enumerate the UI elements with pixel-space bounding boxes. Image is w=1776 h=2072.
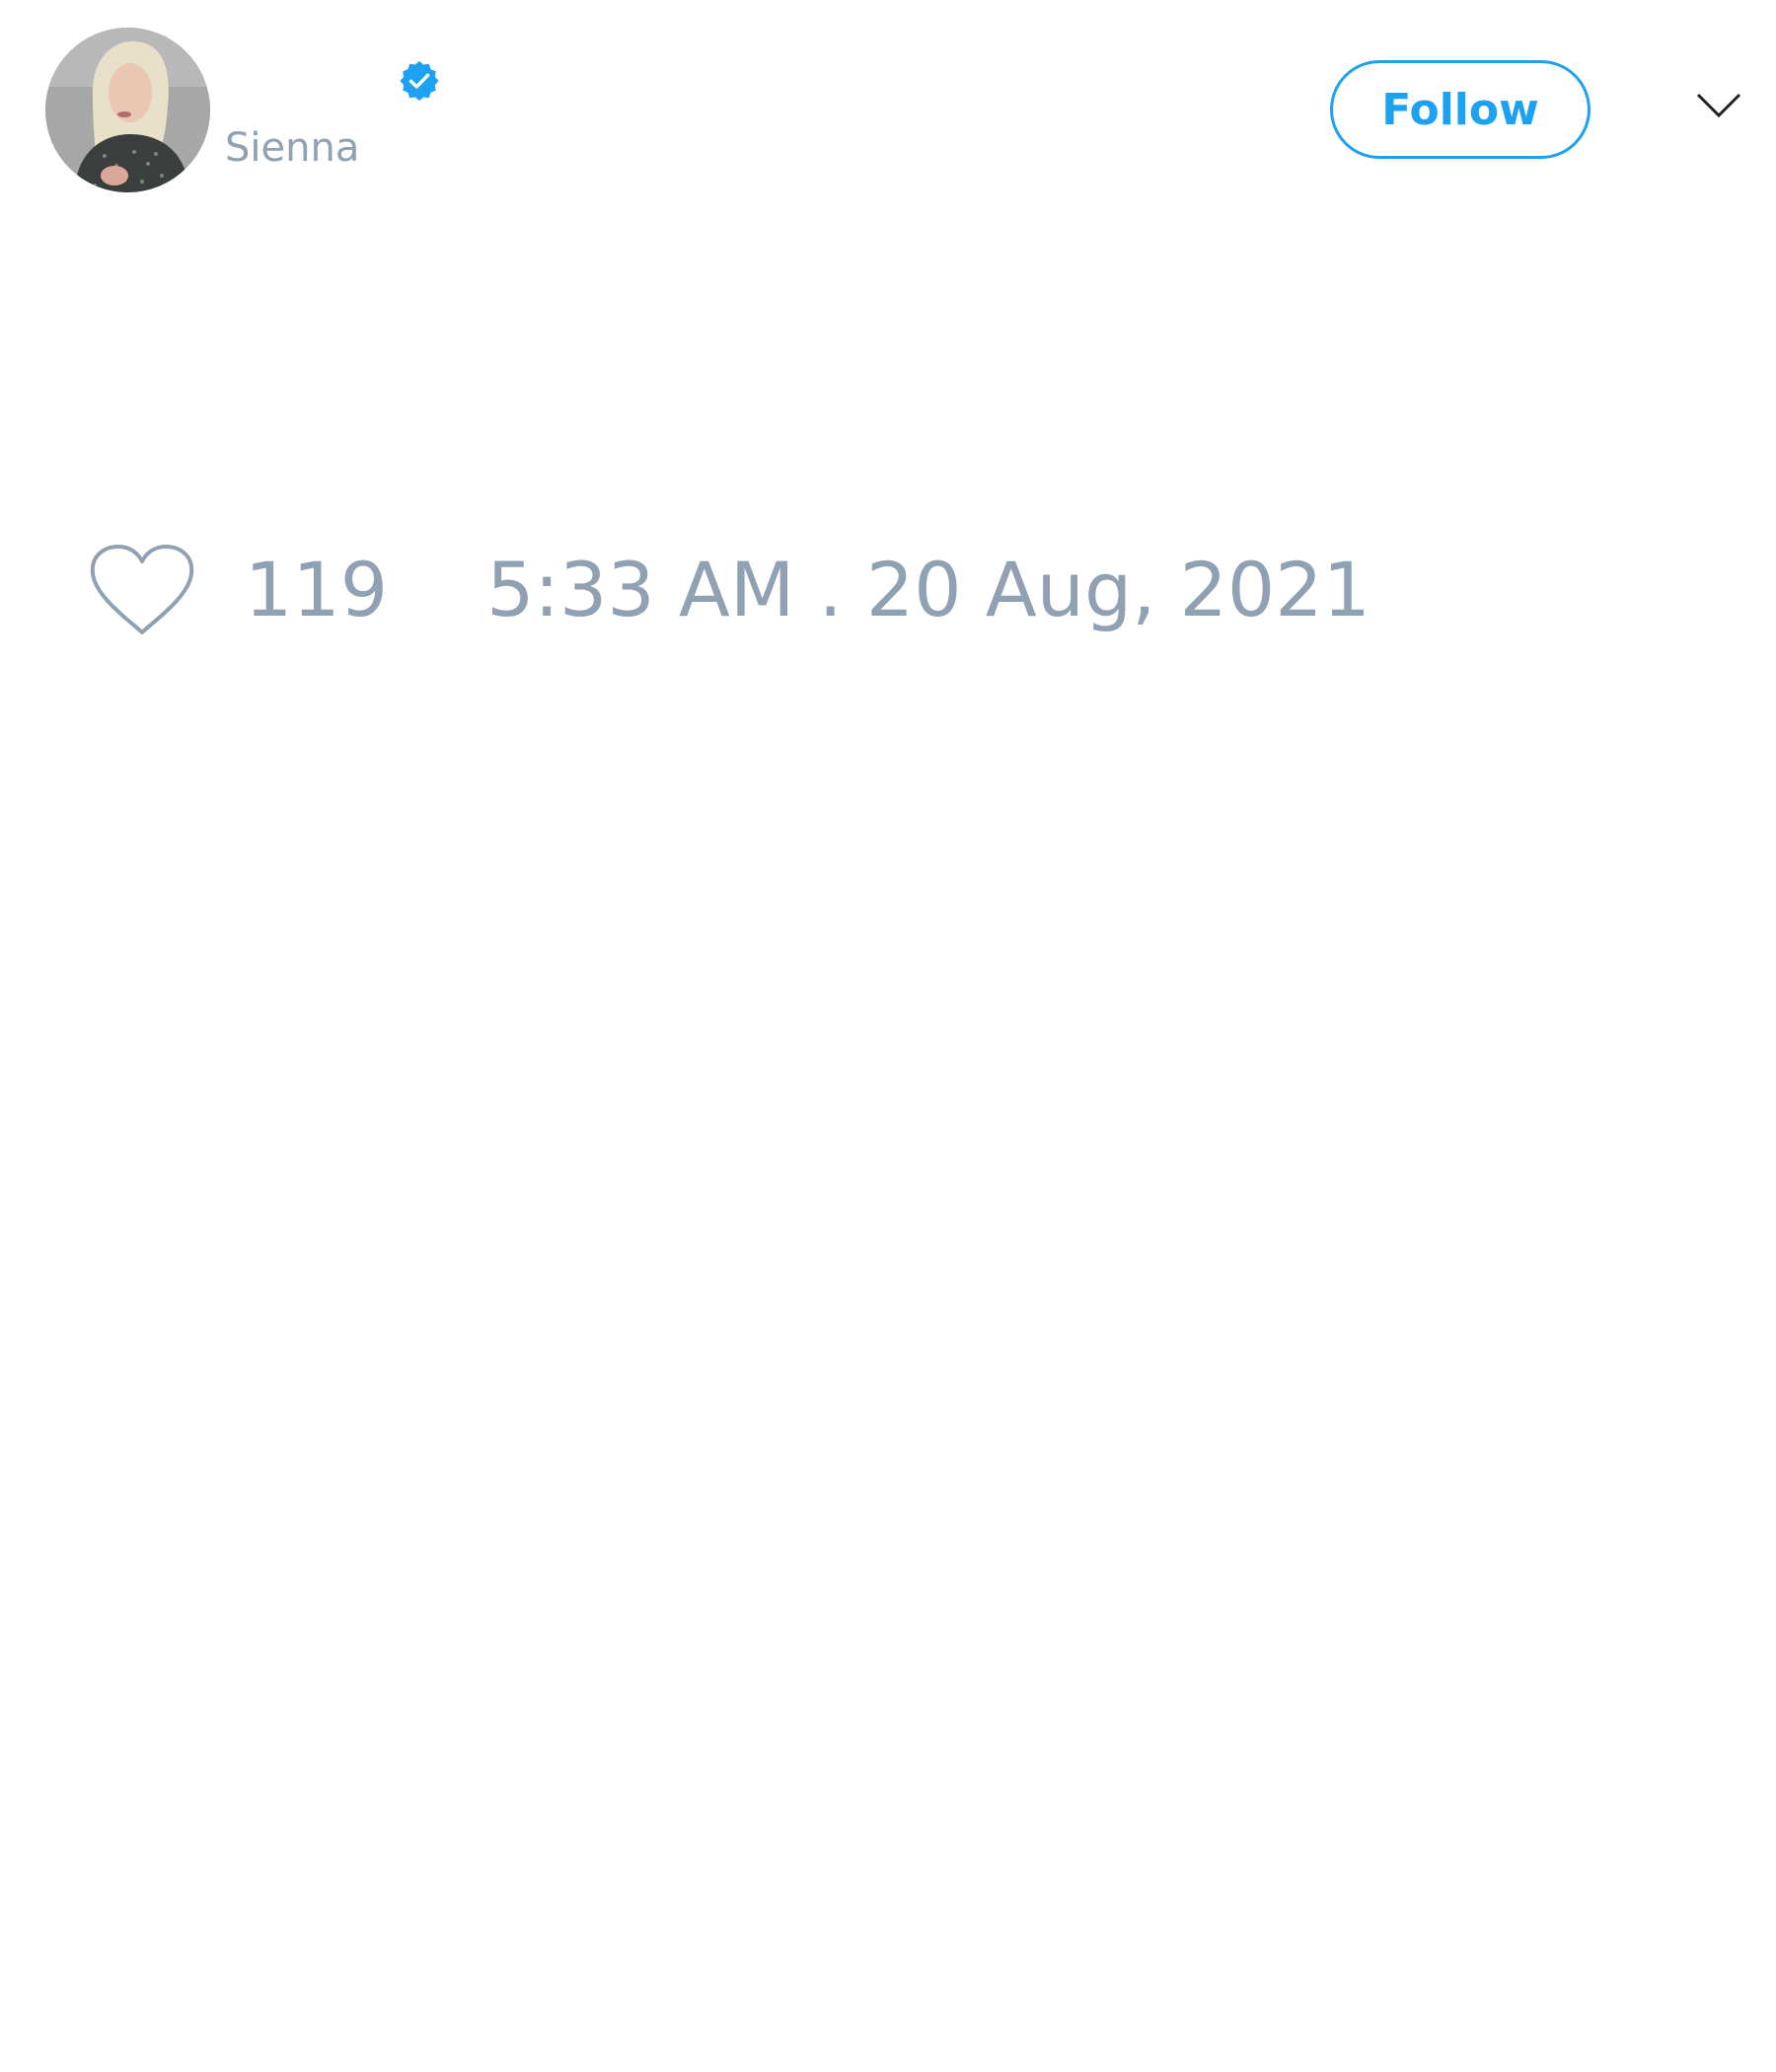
user-handle[interactable]: Sienna (225, 128, 359, 168)
tweet-card: Sienna Follow 119 5:33 AM . 20 Aug, 2021 (0, 0, 1776, 2072)
timestamp[interactable]: 5:33 AM . 20 Aug, 2021 (486, 553, 1370, 628)
heart-outline-icon[interactable] (89, 544, 195, 636)
follow-button[interactable]: Follow (1330, 60, 1591, 159)
chevron-down-icon[interactable] (1695, 91, 1742, 120)
tweet-meta: 119 5:33 AM . 20 Aug, 2021 (89, 541, 1370, 639)
profile-photo (45, 28, 210, 192)
verified-badge-icon (400, 60, 439, 102)
avatar[interactable] (45, 28, 210, 192)
like-count: 119 (245, 546, 389, 633)
